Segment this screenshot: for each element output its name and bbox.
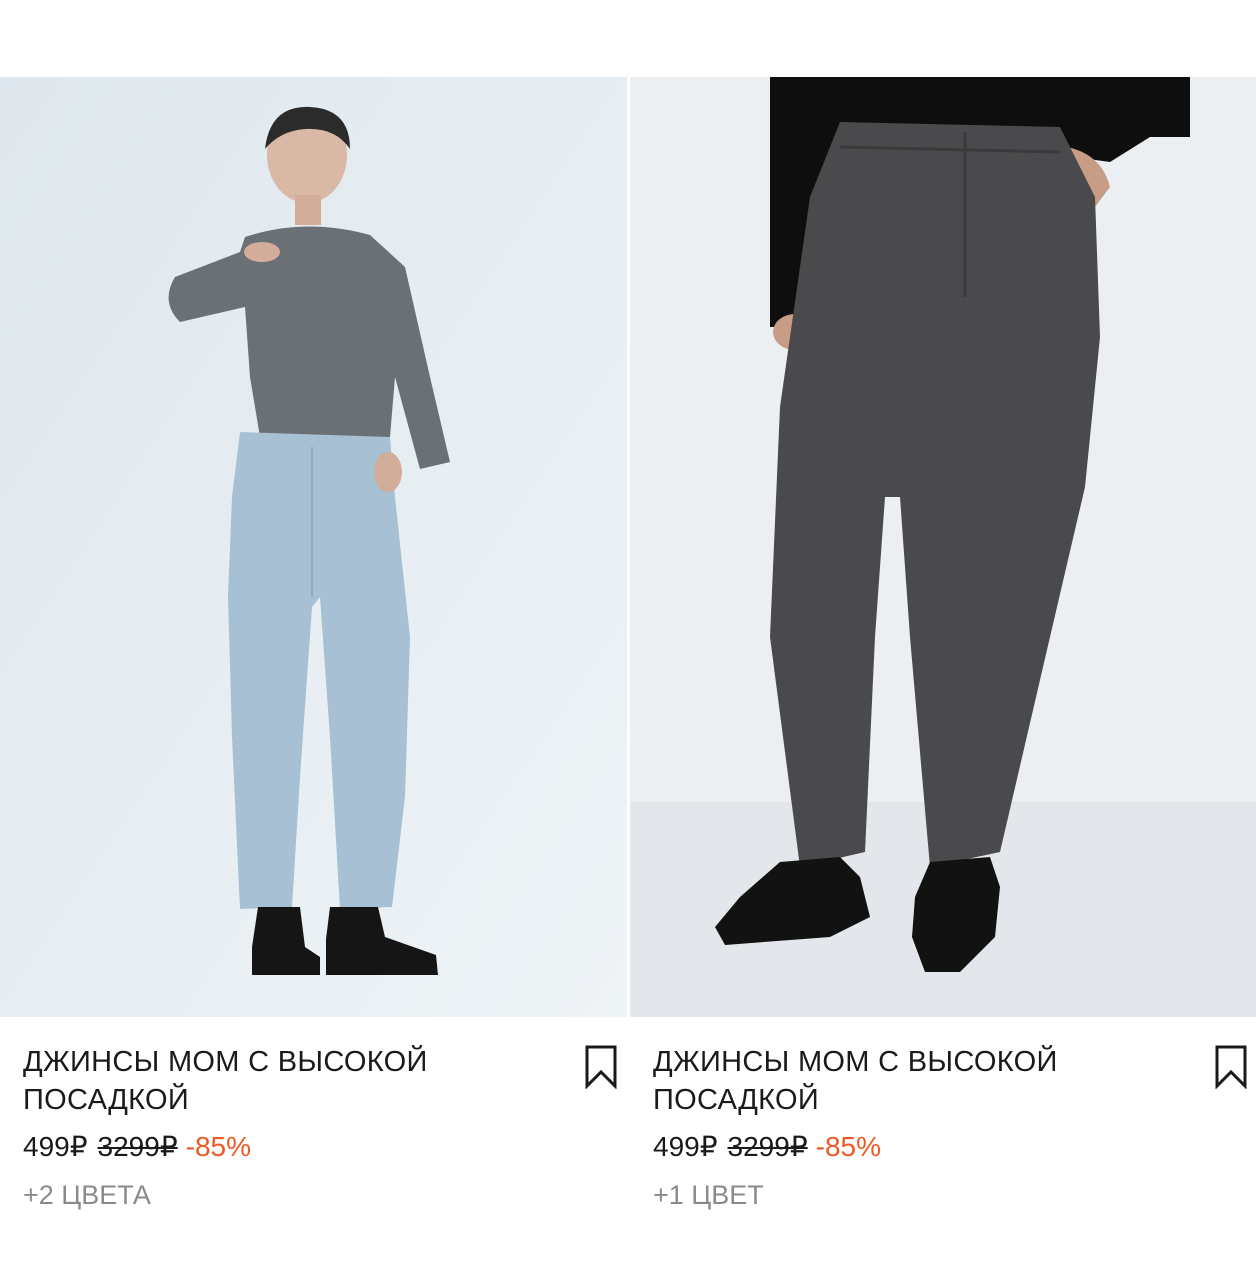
color-count[interactable]: +1 ЦВЕТ: [653, 1177, 764, 1213]
price-current: 499₽: [23, 1131, 88, 1162]
price-current: 499₽: [653, 1131, 718, 1162]
bookmark-icon[interactable]: [584, 1045, 618, 1089]
product-card[interactable]: ДЖИНСЫ МОМ С ВЫСОКОЙ ПОСАДКОЙ 499₽ 3299₽ -…: [0, 77, 627, 1237]
product-image[interactable]: [0, 77, 627, 1017]
product-grid: ДЖИНСЫ МОМ С ВЫСОКОЙ ПОСАДКОЙ 499₽ 3299₽ -…: [0, 77, 1256, 1237]
product-title[interactable]: ДЖИНСЫ МОМ С ВЫСОКОЙ ПОСАДКОЙ: [653, 1043, 1173, 1119]
price-old: 3299₽: [727, 1131, 808, 1162]
model-photo-light-jeans-icon: [0, 77, 627, 1017]
bookmark-icon[interactable]: [1214, 1045, 1248, 1089]
product-title[interactable]: ДЖИНСЫ МОМ С ВЫСОКОЙ ПОСАДКОЙ: [23, 1043, 543, 1119]
product-card[interactable]: ДЖИНСЫ МОМ С ВЫСОКОЙ ПОСАДКОЙ 499₽ 3299₽ -…: [630, 77, 1256, 1237]
model-photo-dark-jeans-icon: [630, 77, 1256, 1017]
product-image[interactable]: [630, 77, 1256, 1017]
price-row: 499₽ 3299₽ -85%: [23, 1129, 251, 1165]
price-row: 499₽ 3299₽ -85%: [653, 1129, 881, 1165]
discount-badge: -85%: [815, 1131, 882, 1162]
color-count[interactable]: +2 ЦВЕТА: [23, 1177, 151, 1213]
discount-badge: -85%: [185, 1131, 252, 1162]
price-old: 3299₽: [97, 1131, 178, 1162]
